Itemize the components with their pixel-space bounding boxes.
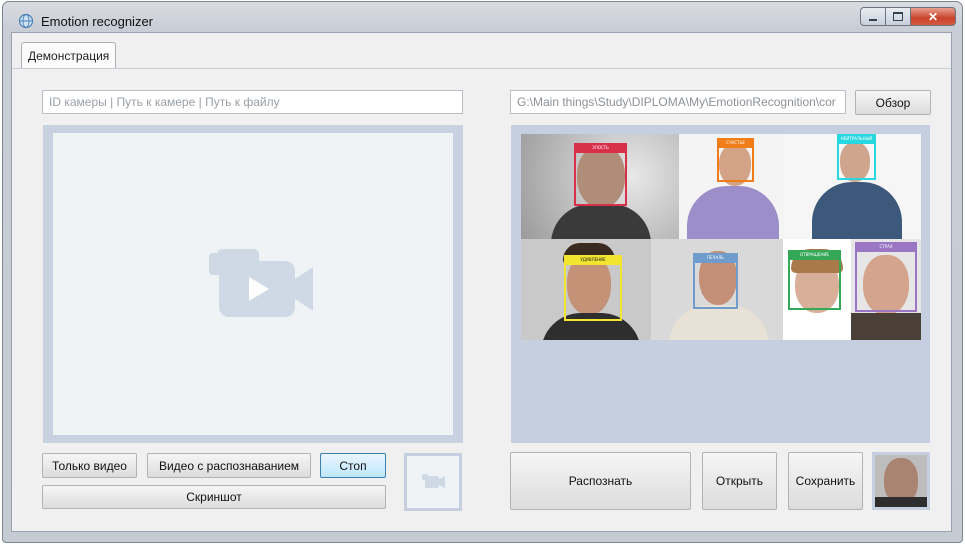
app-window: Emotion recognizer ✕ Демонстрация ID кам… <box>2 1 963 543</box>
face-thumbnail <box>872 452 930 510</box>
torso <box>551 204 651 239</box>
torso <box>851 313 921 340</box>
tab-divider <box>12 68 951 69</box>
close-icon: ✕ <box>927 9 939 24</box>
window-title: Emotion recognizer <box>41 14 153 29</box>
browse-button[interactable]: Обзор <box>855 90 931 115</box>
stop-button[interactable]: Стоп <box>320 453 386 478</box>
camera-path-input[interactable]: ID камеры | Путь к камере | Путь к файлу <box>42 90 463 114</box>
detection-box-happy: СЧАСТЬЕ <box>717 138 754 182</box>
video-camera-icon <box>209 249 313 317</box>
video-recognition-button[interactable]: Видео с распознаванием <box>147 453 311 478</box>
detection-box-surprise: УДИВЛЕНИЕ <box>564 255 622 321</box>
window-controls: ✕ <box>860 7 956 27</box>
thumbnail-torso <box>875 497 927 507</box>
maximize-icon <box>893 12 903 21</box>
tab-demo[interactable]: Демонстрация <box>21 42 117 69</box>
video-display <box>53 133 453 435</box>
screenshot-button[interactable]: Скриншот <box>42 485 386 509</box>
app-icon <box>18 13 34 29</box>
detection-label: СЧАСТЬЕ <box>717 138 754 148</box>
screenshot-preview <box>404 453 462 511</box>
detection-label: НЕЙТРАЛЬНЫЙ <box>837 134 876 144</box>
detection-label: ПЕЧАЛЬ <box>693 253 738 263</box>
maximize-button[interactable] <box>886 7 911 26</box>
torso <box>669 305 769 340</box>
detection-label: СТРАХ <box>855 242 917 252</box>
image-path-input[interactable]: G:\Main things\Study\DIPLOMA\My\EmotionR… <box>510 90 846 114</box>
torso <box>687 186 779 239</box>
recognized-image: ЗЛОСТЬ СЧАСТЬЕ НЕЙТРАЛЬНЫЙ УДИВЛЕНИЕ ПЕЧ… <box>521 134 921 340</box>
minimize-icon <box>869 18 877 21</box>
detection-label: ЗЛОСТЬ <box>574 143 627 153</box>
detection-label: УДИВЛЕНИЕ <box>564 255 622 265</box>
detection-label: ОТВРАЩЕНИЕ <box>788 250 841 260</box>
image-panel: ЗЛОСТЬ СЧАСТЬЕ НЕЙТРАЛЬНЫЙ УДИВЛЕНИЕ ПЕЧ… <box>511 125 930 443</box>
open-button[interactable]: Открыть <box>702 452 777 510</box>
main-client-area: Демонстрация ID камеры | Путь к камере |… <box>11 32 952 532</box>
detection-box-disgust: ОТВРАЩЕНИЕ <box>788 250 841 310</box>
video-panel <box>43 125 463 443</box>
detection-box-angry: ЗЛОСТЬ <box>574 143 627 206</box>
close-button[interactable]: ✕ <box>911 7 956 26</box>
video-only-button[interactable]: Только видео <box>42 453 137 478</box>
torso <box>812 182 902 239</box>
minimize-button[interactable] <box>860 7 886 26</box>
detection-box-neutral: НЕЙТРАЛЬНЫЙ <box>837 134 876 180</box>
camera-placeholder-icon <box>422 474 445 488</box>
detection-box-fear: СТРАХ <box>855 242 917 312</box>
detection-box-sad: ПЕЧАЛЬ <box>693 253 738 309</box>
recognize-button[interactable]: Распознать <box>510 452 691 510</box>
save-button[interactable]: Сохранить <box>788 452 863 510</box>
